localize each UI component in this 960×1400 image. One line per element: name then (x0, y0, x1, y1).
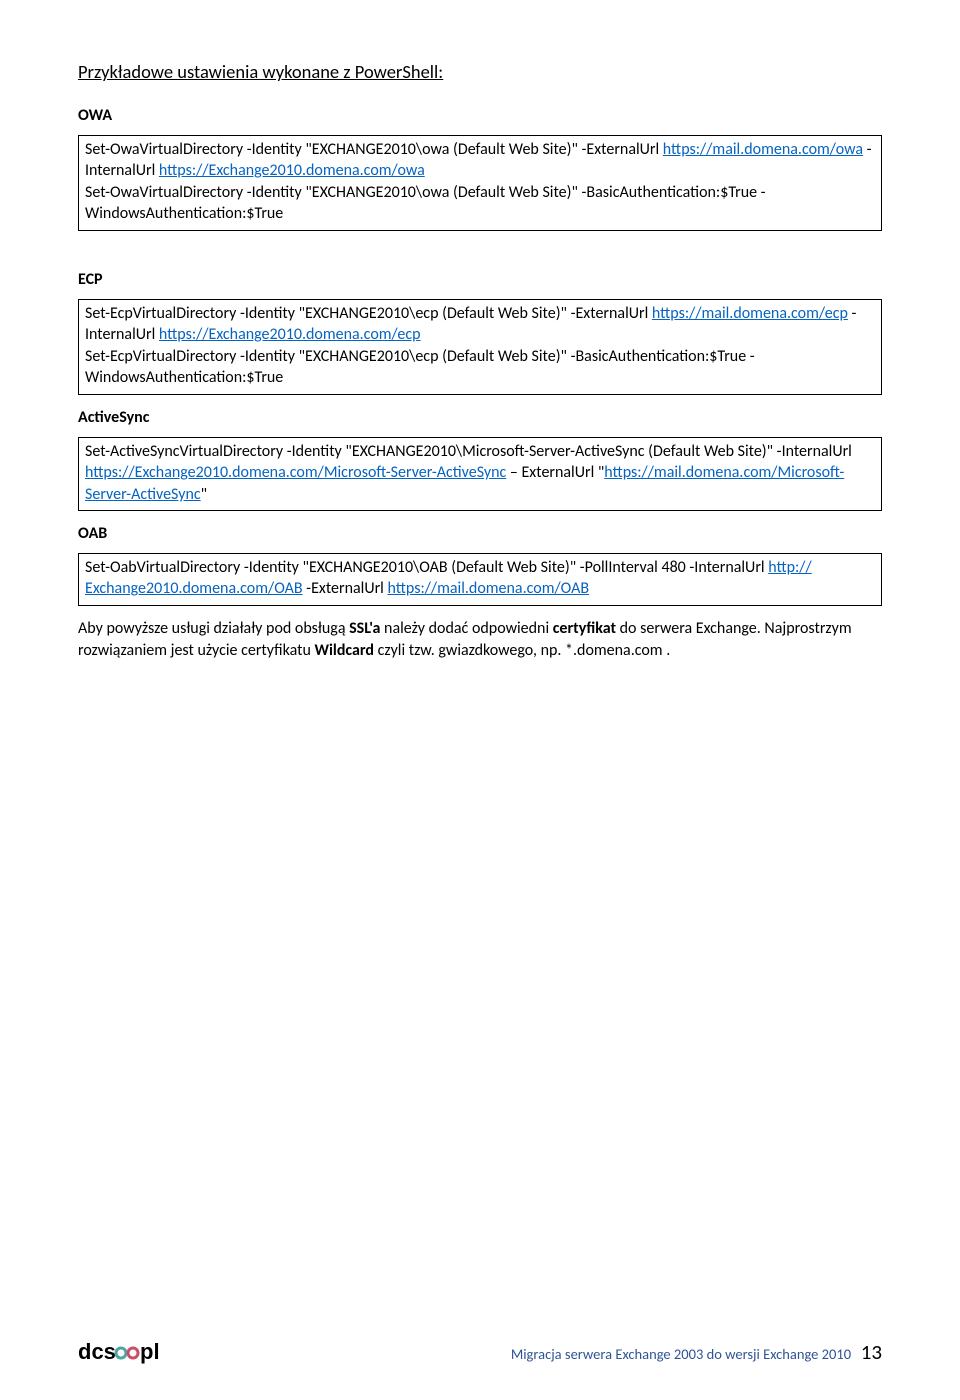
oab-cmd1-a: Set-OabVirtualDirectory -Identity "EXCHA… (85, 558, 768, 577)
oab-link2[interactable]: https://mail.domena.com/OAB (387, 579, 589, 598)
logo-icon: dcs pl (78, 1338, 168, 1366)
owa-cmd1-a: Set-OwaVirtualDirectory -Identity "EXCHA… (85, 140, 663, 159)
closing-cert: certyfikat (553, 619, 616, 638)
oab-title: OAB (78, 523, 882, 545)
closing-paragraph: Aby powyższe usługi działały pod obsługą… (78, 618, 882, 661)
ecp-cmd1: Set-EcpVirtualDirectory -Identity "EXCHA… (85, 303, 875, 346)
activesync-cmd1-c: " (201, 485, 207, 504)
activesync-link1[interactable]: https://Exchange2010.domena.com/Microsof… (85, 463, 506, 482)
ecp-link1[interactable]: https://mail.domena.com/ecp (652, 304, 848, 323)
owa-cmd1: Set-OwaVirtualDirectory -Identity "EXCHA… (85, 139, 875, 182)
oab-cmd1: Set-OabVirtualDirectory -Identity "EXCHA… (85, 557, 875, 600)
ecp-title: ECP (78, 269, 882, 291)
footer-right: Migracja serwera Exchange 2003 do wersji… (511, 1338, 882, 1366)
svg-text:dcs: dcs (78, 1339, 116, 1364)
activesync-title: ActiveSync (78, 407, 882, 429)
owa-cmd2: Set-OwaVirtualDirectory -Identity "EXCHA… (85, 182, 875, 225)
ecp-link2[interactable]: https://Exchange2010.domena.com/ecp (159, 325, 421, 344)
activesync-cmd1-a: Set-ActiveSyncVirtualDirectory -Identity… (85, 442, 852, 461)
oab-cmd1-b: -ExternalUrl (303, 579, 388, 598)
oab-codebox: Set-OabVirtualDirectory -Identity "EXCHA… (78, 553, 882, 606)
closing-a: Aby powyższe usługi działały pod obsługą (78, 619, 349, 638)
owa-link2[interactable]: https://Exchange2010.domena.com/owa (159, 161, 425, 180)
owa-codebox: Set-OwaVirtualDirectory -Identity "EXCHA… (78, 135, 882, 231)
closing-wildcard: Wildcard (314, 641, 374, 660)
closing-ssl: SSL'a (349, 619, 380, 638)
closing-c: należy dodać odpowiedni (380, 619, 552, 638)
svg-text:pl: pl (140, 1339, 160, 1364)
closing-g: czyli tzw. gwiazdkowego, np. *.domena.co… (374, 641, 670, 660)
ecp-cmd2: Set-EcpVirtualDirectory -Identity "EXCHA… (85, 346, 875, 389)
owa-link1[interactable]: https://mail.domena.com/owa (663, 140, 863, 159)
ecp-codebox: Set-EcpVirtualDirectory -Identity "EXCHA… (78, 299, 882, 395)
owa-title: OWA (78, 105, 882, 127)
page-number: 13 (861, 1339, 882, 1365)
activesync-codebox: Set-ActiveSyncVirtualDirectory -Identity… (78, 437, 882, 512)
footer: dcs pl Migracja serwera Exchange 2003 do… (78, 1338, 882, 1366)
activesync-cmd1-b: – ExternalUrl " (506, 463, 604, 482)
page-heading: Przykładowe ustawienia wykonane z PowerS… (78, 60, 882, 85)
activesync-cmd1: Set-ActiveSyncVirtualDirectory -Identity… (85, 441, 875, 506)
footer-text: Migracja serwera Exchange 2003 do wersji… (511, 1345, 851, 1363)
logo: dcs pl (78, 1338, 168, 1366)
ecp-cmd1-a: Set-EcpVirtualDirectory -Identity "EXCHA… (85, 304, 652, 323)
